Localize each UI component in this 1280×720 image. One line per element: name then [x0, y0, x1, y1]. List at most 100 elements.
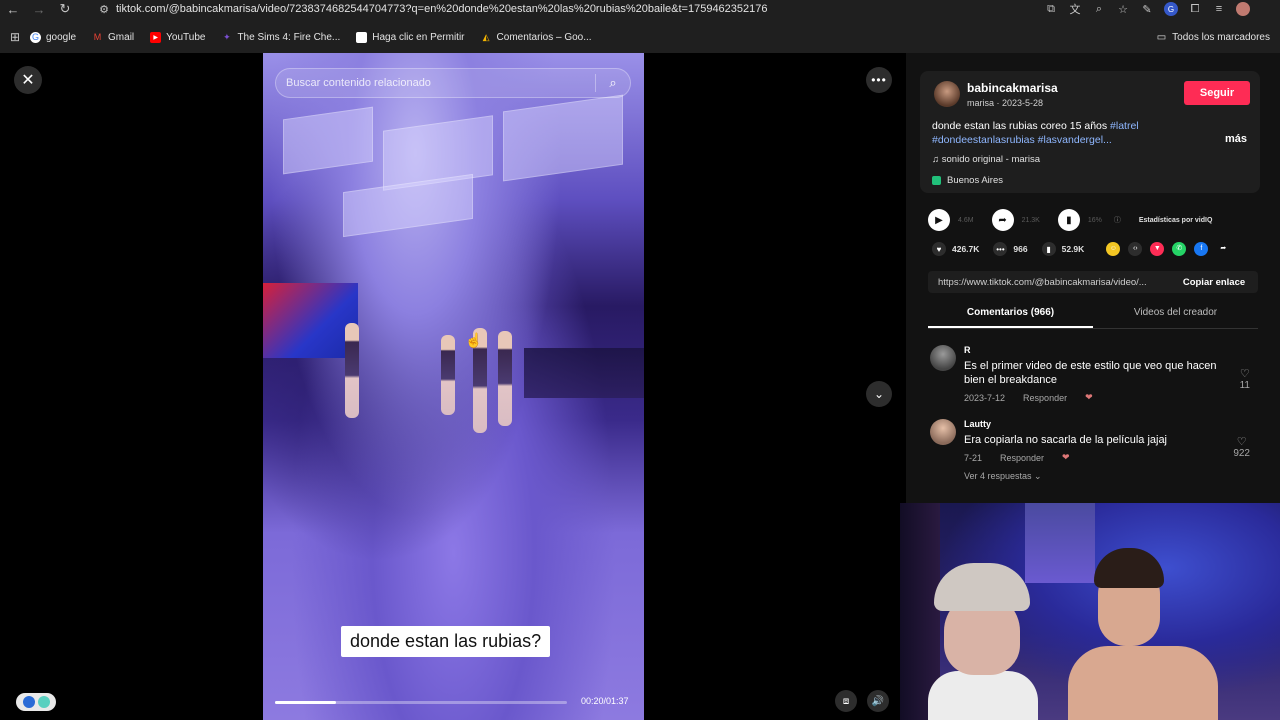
- reply-button[interactable]: Responder: [1000, 453, 1044, 463]
- heart-outline-icon[interactable]: ♡: [1233, 435, 1250, 448]
- hashtag[interactable]: #latrel: [1110, 120, 1139, 132]
- all-bookmarks-label: Todos los marcadores: [1172, 31, 1270, 43]
- repost-icon[interactable]: ☺: [1106, 242, 1121, 256]
- author-username[interactable]: babincakmarisa: [967, 81, 1058, 95]
- more-options-icon[interactable]: •••: [866, 67, 892, 93]
- heart-outline-icon[interactable]: ♡: [1240, 367, 1250, 380]
- extension-pill[interactable]: [16, 693, 56, 711]
- apps-grid-icon[interactable]: ⊞: [0, 30, 30, 44]
- bookmark-star-icon[interactable]: ☆: [1116, 2, 1130, 16]
- toolbar-icons: ⧉ 文 ⌕ ☆ ✎ G ⧠ ≡: [1044, 0, 1250, 18]
- forward-arrow-icon[interactable]: →: [26, 0, 52, 18]
- follow-button[interactable]: Seguir: [1184, 81, 1250, 105]
- tab-creator-videos[interactable]: Videos del creador: [1093, 305, 1258, 328]
- streamer-hair: [1094, 548, 1164, 588]
- site-settings-icon[interactable]: ⚙: [92, 3, 116, 16]
- send-icon[interactable]: ▼: [1150, 242, 1165, 256]
- bookmark-youtube[interactable]: ▶ YouTube: [150, 31, 206, 43]
- comment-like[interactable]: ♡ 922: [1233, 435, 1250, 459]
- stats-bars-icon[interactable]: ▮: [1057, 209, 1080, 231]
- extensions-puzzle-icon[interactable]: ⧠: [1188, 2, 1202, 16]
- video-player[interactable]: Buscar contenido relacionado ⌕ donde est…: [263, 53, 644, 720]
- translate-icon[interactable]: 文: [1068, 2, 1082, 16]
- youtube-icon: ▶: [150, 31, 162, 43]
- bookmark-label: Haga clic en Permitir: [372, 31, 465, 43]
- dancer: [441, 335, 455, 415]
- browser-toolbar: ← → ↻ ⚙ tiktok.com/@babincakmarisa/video…: [0, 0, 1280, 53]
- location[interactable]: Buenos Aires: [932, 175, 1003, 186]
- commenter-avatar[interactable]: [930, 345, 956, 371]
- share-link-text[interactable]: https://www.tiktok.com/@babincakmarisa/v…: [928, 277, 1170, 288]
- whatsapp-icon[interactable]: ✆: [1172, 242, 1187, 256]
- volume-icon[interactable]: 🔊: [867, 690, 889, 712]
- music-label[interactable]: ♫ sonido original - marisa: [932, 154, 1040, 165]
- engagement-row: ♥ 426.7K ••• 966 ▮ 52.9K ☺ ‹› ▼ ✆ f ➦: [932, 240, 1230, 258]
- share-arrow-icon[interactable]: ➦: [991, 209, 1014, 231]
- bookmark-permitir[interactable]: Haga clic en Permitir: [356, 31, 465, 43]
- commenter-name[interactable]: Lautty: [964, 419, 991, 429]
- profile-avatar[interactable]: [1236, 2, 1250, 16]
- bookmark-comentarios[interactable]: ◭ Comentarios – Goo...: [481, 32, 592, 43]
- commenter-name[interactable]: R: [964, 345, 971, 355]
- reading-list-icon[interactable]: ≡: [1212, 2, 1226, 16]
- url-text[interactable]: tiktok.com/@babincakmarisa/video/7238374…: [116, 3, 768, 15]
- comment-item: R Es el primer video de este estilo que …: [928, 345, 1258, 409]
- share-more-icon[interactable]: ➦: [1216, 242, 1230, 256]
- next-video-chevron-icon[interactable]: ⌄: [866, 381, 892, 407]
- extension-g-icon[interactable]: G: [1164, 2, 1178, 16]
- bookmark-sims[interactable]: ✦ The Sims 4: Fire Che...: [221, 32, 340, 43]
- view-replies-link[interactable]: Ver 4 respuestas ⌄: [964, 471, 1042, 482]
- close-icon[interactable]: ✕: [14, 66, 42, 94]
- embed-icon[interactable]: ‹›: [1128, 242, 1143, 256]
- bookmark-icon[interactable]: ▮: [1041, 242, 1056, 256]
- reload-icon[interactable]: ↻: [52, 0, 78, 18]
- all-bookmarks[interactable]: ▭ Todos los marcadores: [1157, 28, 1270, 46]
- play-icon[interactable]: ▶: [928, 209, 950, 231]
- author-avatar[interactable]: [934, 81, 960, 107]
- dancer: [345, 323, 359, 418]
- search-icon[interactable]: ⌕: [596, 75, 630, 91]
- install-app-icon[interactable]: ⧉: [1044, 2, 1058, 16]
- comment-text: Es el primer video de este estilo que ve…: [964, 360, 1217, 386]
- post-info-card: babincakmarisa marisa · 2023-5-28 Seguir…: [920, 71, 1260, 193]
- hashtag[interactable]: #dondeestanlasrubias #lasvandergel...: [932, 134, 1112, 146]
- address-bar[interactable]: ⚙ tiktok.com/@babincakmarisa/video/72383…: [92, 0, 992, 18]
- zoom-icon[interactable]: ⌕: [1092, 2, 1106, 16]
- tab-comments[interactable]: Comentarios (966): [928, 305, 1093, 328]
- bookmark-gmail[interactable]: M Gmail: [92, 32, 134, 43]
- drive-icon: ◭: [482, 31, 490, 42]
- streamer-right: [1068, 548, 1218, 720]
- views-count: 4.6M: [958, 216, 974, 224]
- bookmarks-bar: ⊞ G google M Gmail ▶ YouTube ✦ The Sims …: [0, 28, 1280, 46]
- reply-button[interactable]: Responder: [1023, 393, 1067, 403]
- more-link[interactable]: más: [1225, 133, 1247, 145]
- bookmark-label: YouTube: [166, 31, 206, 43]
- creator-liked-icon: ❤: [1085, 392, 1093, 402]
- comment-like-count: 922: [1233, 448, 1250, 459]
- comment-meta: 7-21 Responder ❤: [964, 452, 1070, 463]
- comment-text: Era copiarla no sacarla de la película j…: [964, 434, 1168, 446]
- comment-icon[interactable]: •••: [993, 242, 1008, 256]
- video-caption: donde estan las rubias?: [341, 626, 551, 657]
- bookmark-google[interactable]: G google: [30, 31, 76, 43]
- heart-icon[interactable]: ♥: [932, 242, 946, 256]
- comment-date: 7-21: [964, 452, 983, 463]
- comment-item: Lautty Era copiarla no sacarla de la pel…: [928, 419, 1258, 499]
- facebook-icon[interactable]: f: [1194, 242, 1209, 256]
- vidiq-percent: 16%: [1087, 216, 1102, 224]
- copy-link-button[interactable]: Copiar enlace: [1170, 277, 1258, 288]
- streamer-body: [1068, 646, 1218, 720]
- pen-extension-icon[interactable]: ✎: [1140, 2, 1154, 16]
- back-arrow-icon[interactable]: ←: [0, 0, 26, 18]
- related-search-input[interactable]: Buscar contenido relacionado ⌕: [275, 68, 631, 98]
- progress-bar[interactable]: [275, 701, 567, 704]
- info-icon[interactable]: ⓘ: [1114, 215, 1121, 225]
- location-label: Buenos Aires: [947, 175, 1003, 186]
- extension-teal-icon: [37, 696, 50, 708]
- comment-like[interactable]: ♡ 11: [1240, 367, 1250, 391]
- commenter-avatar[interactable]: [930, 419, 956, 445]
- progress-fill: [275, 701, 337, 704]
- mouse-cursor-icon: ☝: [465, 332, 483, 348]
- float-player-icon[interactable]: ⧈: [835, 690, 857, 712]
- share-link-box: https://www.tiktok.com/@babincakmarisa/v…: [928, 271, 1258, 293]
